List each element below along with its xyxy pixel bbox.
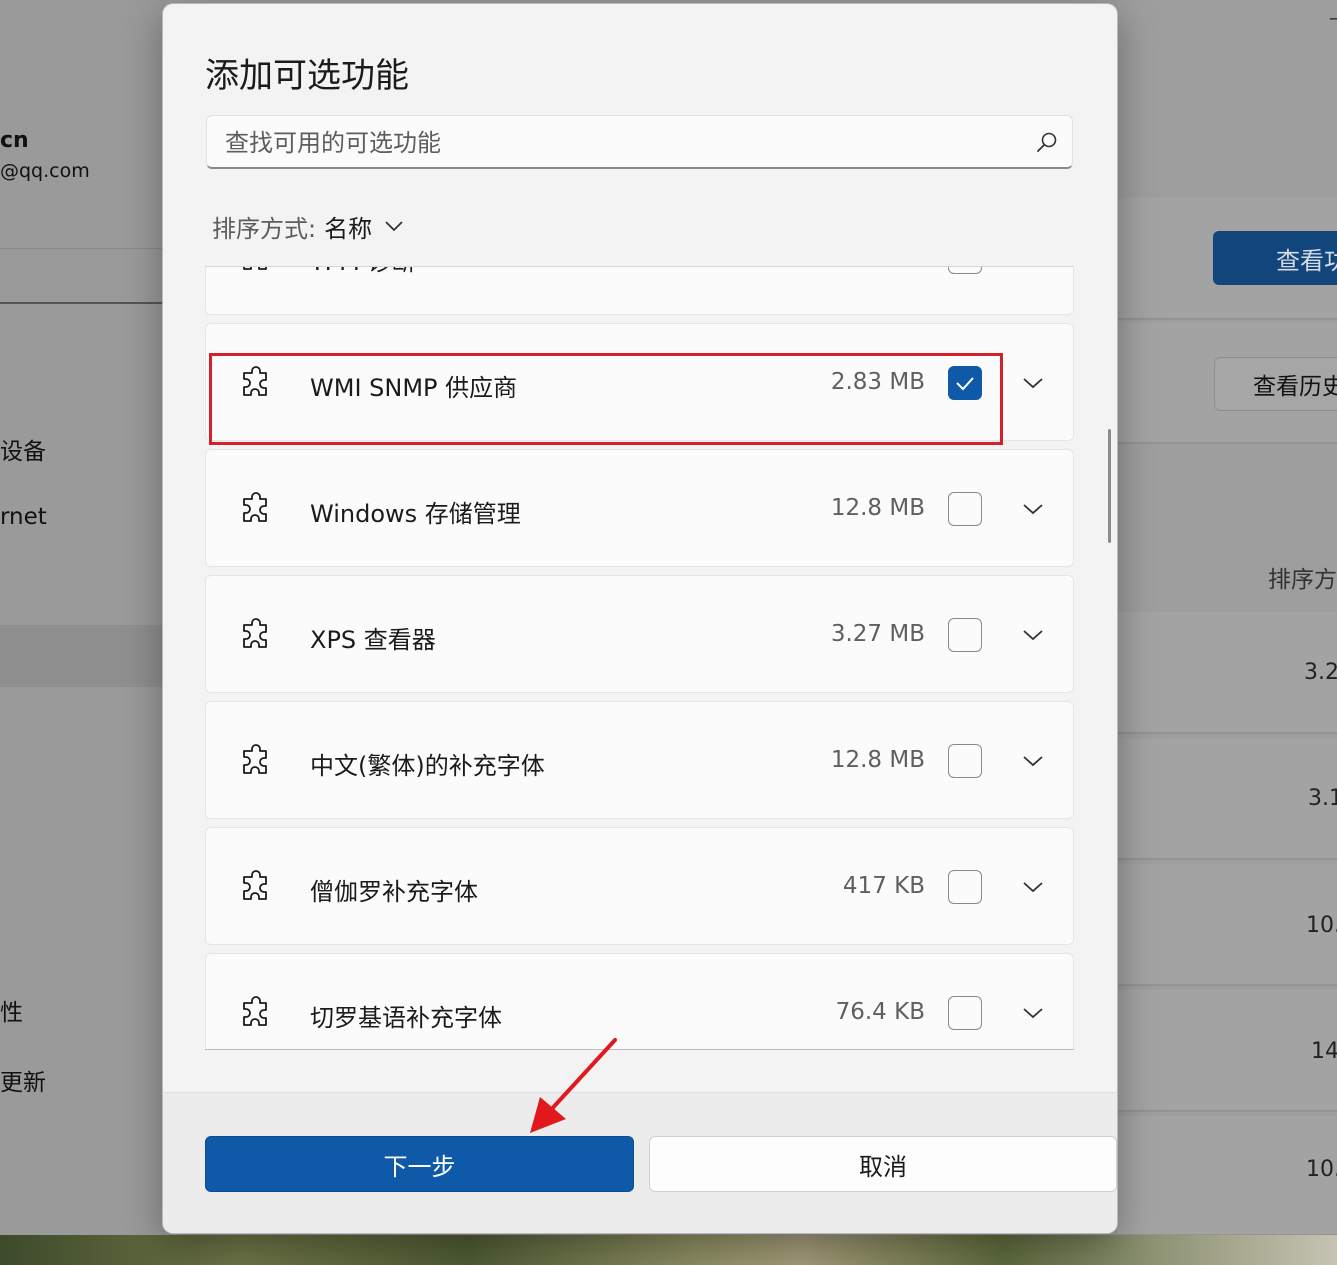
feature-size: 76.4 KB	[835, 999, 925, 1025]
puzzle-piece-icon	[243, 492, 267, 522]
desktop-wallpaper-strip	[0, 1235, 1337, 1265]
background-user-email: @qq.com	[0, 160, 90, 182]
feature-name: Windows 存储管理	[310, 500, 521, 528]
background-panel	[1117, 1116, 1337, 1235]
chevron-down-icon[interactable]	[1022, 754, 1044, 768]
background-nav-item: rnet	[0, 504, 47, 530]
feature-size: 2.12 MB	[831, 267, 925, 269]
background-sort-label: 排序方式	[1268, 567, 1337, 593]
feature-list-item[interactable]: Windows 存储管理 12.8 MB	[205, 449, 1074, 567]
puzzle-piece-icon	[243, 618, 267, 648]
feature-list[interactable]: TPM 诊断 2.12 MB WMI SNMP 供应商 2.83 MB Windows …	[205, 266, 1074, 1050]
puzzle-piece-icon	[243, 366, 267, 396]
background-size-value: 10.	[1306, 913, 1337, 938]
background-user-name: cn	[0, 128, 29, 153]
puzzle-piece-icon	[243, 744, 267, 774]
feature-size: 417 KB	[842, 873, 925, 899]
feature-name: TPM 诊断	[310, 267, 415, 277]
feature-name: XPS 查看器	[310, 626, 436, 654]
search-box[interactable]	[206, 115, 1073, 169]
add-optional-features-dialog: 添加可选功能 排序方式: 名称 TPM 诊断 2.12 MB WMI SNMP 供应…	[163, 4, 1117, 1233]
search-input[interactable]	[223, 124, 1027, 162]
checkmark-icon	[956, 377, 974, 391]
feature-list-item[interactable]: WMI SNMP 供应商 2.83 MB	[205, 323, 1074, 441]
feature-name: 中文(繁体)的补充字体	[310, 752, 545, 780]
background-size-value: 10.	[1306, 1157, 1337, 1182]
background-nav-selected	[0, 625, 165, 687]
feature-name: 僧伽罗补充字体	[310, 878, 478, 906]
feature-checkbox[interactable]	[948, 267, 982, 274]
background-sidebar: cn @qq.com 设备 rnet 性 更新	[0, 0, 165, 1235]
sort-dropdown[interactable]: 排序方式: 名称	[212, 208, 404, 244]
sort-value[interactable]: 名称	[324, 209, 372, 244]
background-panel	[1117, 990, 1337, 1112]
chevron-down-icon[interactable]	[1022, 502, 1044, 516]
background-size-value: 3.1	[1308, 786, 1337, 811]
feature-checkbox[interactable]	[948, 618, 982, 652]
puzzle-piece-icon	[243, 870, 267, 900]
feature-list-item[interactable]: 切罗基语补充字体 76.4 KB	[205, 953, 1074, 1049]
background-size-value: 14	[1311, 1039, 1337, 1064]
background-view-history-button: 查看历史	[1214, 357, 1337, 411]
sort-label: 排序方式:	[212, 214, 317, 243]
background-divider	[0, 248, 165, 249]
dialog-title: 添加可选功能	[205, 56, 409, 96]
chevron-down-icon[interactable]	[1022, 628, 1044, 642]
feature-name: 切罗基语补充字体	[310, 1004, 502, 1032]
dialog-footer: 下一步 取消	[163, 1092, 1117, 1233]
feature-checkbox[interactable]	[948, 996, 982, 1030]
feature-checkbox[interactable]	[948, 744, 982, 778]
background-size-value: 3.2	[1304, 660, 1337, 685]
chevron-down-icon[interactable]	[1022, 880, 1044, 894]
search-icon[interactable]	[1036, 131, 1058, 153]
cancel-button[interactable]: 取消	[649, 1136, 1117, 1192]
feature-size: 12.8 MB	[830, 495, 925, 521]
puzzle-piece-icon	[243, 996, 267, 1026]
background-nav-item: 更新	[0, 1070, 46, 1096]
feature-list-item[interactable]: 中文(繁体)的补充字体 12.8 MB	[205, 701, 1074, 819]
background-nav-item: 设备	[0, 439, 46, 465]
feature-checkbox[interactable]	[948, 492, 982, 526]
feature-size: 2.83 MB	[830, 369, 925, 395]
feature-size: 3.27 MB	[830, 621, 925, 647]
next-button[interactable]: 下一步	[205, 1136, 634, 1192]
chevron-down-icon[interactable]	[1022, 376, 1044, 390]
background-panel	[1117, 864, 1337, 986]
chevron-down-icon[interactable]	[384, 219, 404, 233]
feature-size: 12.8 MB	[830, 747, 925, 773]
feature-name: WMI SNMP 供应商	[310, 374, 518, 402]
background-search-underline	[0, 302, 165, 304]
chevron-down-icon[interactable]	[1022, 1006, 1044, 1020]
feature-list-item[interactable]: 僧伽罗补充字体 417 KB	[205, 827, 1074, 945]
list-scrollbar[interactable]	[1108, 429, 1111, 543]
feature-list-item[interactable]: TPM 诊断 2.12 MB	[205, 267, 1074, 315]
background-view-features-button: 查看功能	[1213, 231, 1337, 285]
feature-checkbox[interactable]	[948, 870, 982, 904]
background-minimize-glyph: –	[1329, 8, 1337, 29]
feature-list-item[interactable]: XPS 查看器 3.27 MB	[205, 575, 1074, 693]
background-nav-item: 性	[0, 1000, 23, 1026]
feature-checkbox[interactable]	[948, 366, 982, 400]
puzzle-piece-icon	[243, 267, 267, 270]
background-panel	[1117, 738, 1337, 860]
